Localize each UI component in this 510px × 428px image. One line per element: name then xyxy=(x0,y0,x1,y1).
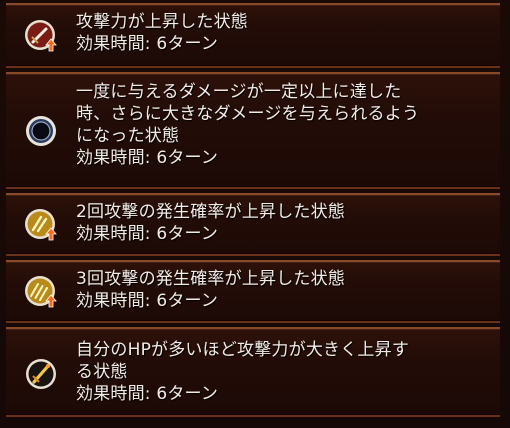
effect-duration: 効果時間: 6ターン xyxy=(76,148,219,168)
effect-row-hp-attack-up: 自分のHPが多いほど攻撃力が大きく上昇す る状態 効果時間: 6ターン xyxy=(6,327,500,417)
effect-row-attack-up: 攻撃力が上昇した状態 効果時間: 6ターン xyxy=(6,3,500,68)
effect-row-triple-attack-up: 3回攻撃の発生確率が上昇した状態 効果時間: 6ターン xyxy=(6,260,500,323)
effect-text-block: 攻撃力が上昇した状態 効果時間: 6ターン xyxy=(76,11,488,55)
effect-duration: 効果時間: 6ターン xyxy=(76,291,219,311)
effect-description: 3回攻撃の発生確率が上昇した状態 xyxy=(76,269,346,289)
effect-text-block: 3回攻撃の発生確率が上昇した状態 効果時間: 6ターン xyxy=(76,268,488,312)
attack-up-sword-icon xyxy=(25,20,57,52)
effect-description: 2回攻撃の発生確率が上昇した状態 xyxy=(76,202,346,222)
effect-description: 攻撃力が上昇した状態 xyxy=(76,12,248,32)
effect-duration: 効果時間: 6ターン xyxy=(76,34,219,54)
double-attack-up-icon xyxy=(25,209,57,241)
hp-attack-up-sword-icon xyxy=(26,359,56,389)
effect-duration: 効果時間: 6ターン xyxy=(76,384,219,404)
effect-row-double-attack-up: 2回攻撃の発生確率が上昇した状態 効果時間: 6ターン xyxy=(6,193,500,256)
effect-text-block: 2回攻撃の発生確率が上昇した状態 効果時間: 6ターン xyxy=(76,201,488,245)
dark-ring-icon xyxy=(26,116,56,146)
effect-text-block: 一度に与えるダメージが一定以上に達した 時、さらに大きなダメージを与えられるよう… xyxy=(76,81,488,169)
effect-duration: 効果時間: 6ターン xyxy=(76,224,219,244)
status-effects-panel: 攻撃力が上昇した状態 効果時間: 6ターン 一度に与えるダメージが一定以上に達し… xyxy=(0,0,510,428)
effect-row-damage-cap-up: 一度に与えるダメージが一定以上に達した 時、さらに大きなダメージを与えられるよう… xyxy=(6,72,500,189)
effect-description: 自分のHPが多いほど攻撃力が大きく上昇す xyxy=(76,340,410,360)
effect-description: る状態 xyxy=(76,362,128,382)
effect-description: になった状態 xyxy=(76,126,180,146)
effect-description: 時、さらに大きなダメージを与えられるよう xyxy=(76,104,420,124)
triple-attack-up-icon xyxy=(25,276,57,308)
effect-text-block: 自分のHPが多いほど攻撃力が大きく上昇す る状態 効果時間: 6ターン xyxy=(76,339,488,405)
effect-description: 一度に与えるダメージが一定以上に達した xyxy=(76,82,402,102)
